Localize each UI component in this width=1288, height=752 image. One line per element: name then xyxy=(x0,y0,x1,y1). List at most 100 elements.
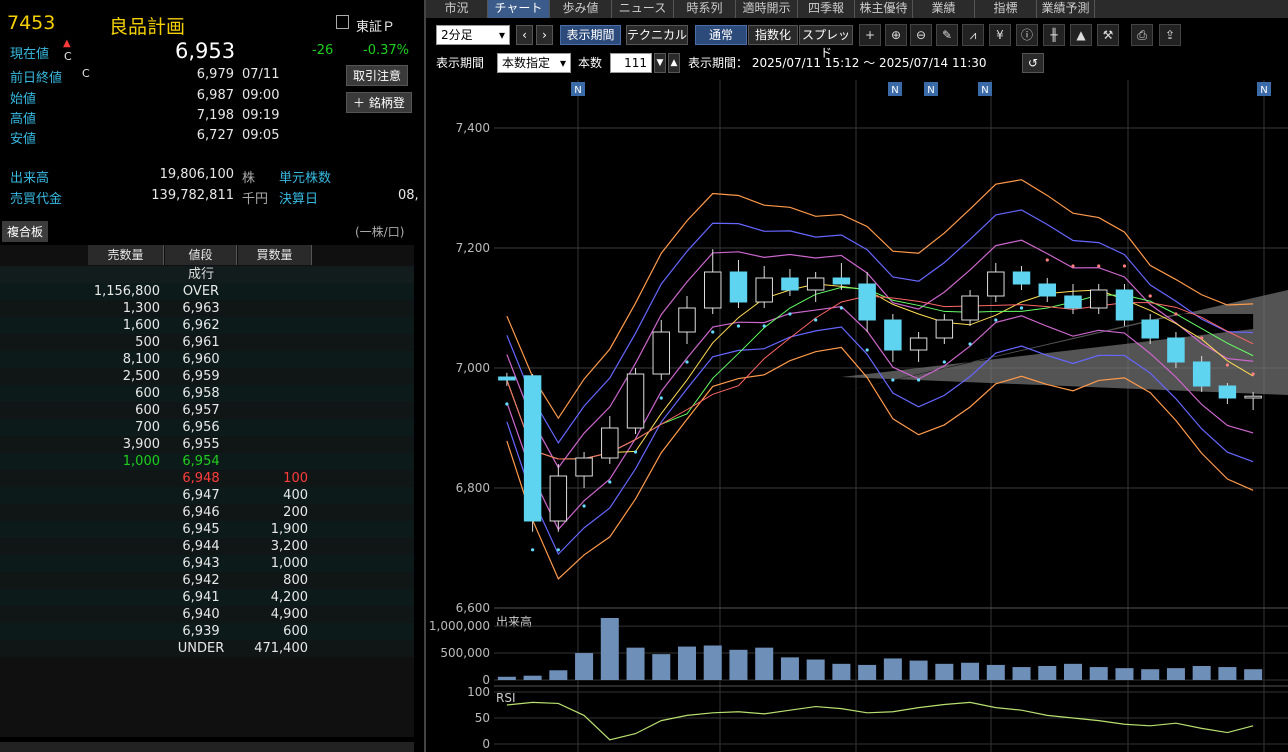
plus-icon: ＋ xyxy=(353,96,366,110)
board-row[interactable]: 1,000 6,954 xyxy=(0,453,414,470)
tab-5[interactable]: 適時開示 xyxy=(736,0,798,18)
board-row[interactable]: 1,300 6,963 xyxy=(0,300,414,317)
rsi-axis-label: RSI xyxy=(496,691,516,705)
board-row[interactable]: 600 6,958 xyxy=(0,385,414,402)
sell-qty: 2,500 xyxy=(122,369,160,384)
next-icon[interactable]: › xyxy=(536,25,553,45)
sell-qty: 700 xyxy=(135,420,160,435)
index-button[interactable]: 指数化 xyxy=(748,25,798,45)
yen-icon[interactable]: ¥ xyxy=(989,24,1011,46)
quote-label: 前日終値 xyxy=(10,71,63,86)
board-row[interactable]: 6,942 800 xyxy=(0,572,414,589)
document-icon[interactable] xyxy=(336,15,349,29)
volume-bar xyxy=(935,663,954,680)
candle-body xyxy=(678,307,696,333)
board-row[interactable]: 6,948 100 xyxy=(0,470,414,487)
period-range-text: 表示期間： 2025/07/11 15:12 ～ 2025/07/14 11:3… xyxy=(688,56,987,70)
tab-8[interactable]: 業績 xyxy=(913,0,975,18)
volume-bar xyxy=(1012,667,1031,680)
tab-10[interactable]: 業績予測 xyxy=(1037,0,1095,18)
sar-dot xyxy=(1251,372,1255,376)
sar-dot xyxy=(1071,264,1075,268)
order-board: 売数量 値段 買数量 成行 1,156,800 OVER 1,300 6,963 1,6… xyxy=(0,245,414,737)
board-row[interactable]: 600 6,957 xyxy=(0,402,414,419)
trade-caution-button[interactable]: 取引注意 xyxy=(346,65,409,86)
spread-button[interactable]: スプレッド xyxy=(799,25,853,60)
board-row[interactable]: 6,941 4,200 xyxy=(0,589,414,606)
chart-panel: 市況 チャート 歩み値 ニュース 時系列 適時開示 四季報 株主優待 業績 指標 業績予測 2分足 ▾… xyxy=(424,0,1288,752)
normal-button[interactable]: 通常 xyxy=(695,25,747,45)
candlestick-icon[interactable]: ╫ xyxy=(1043,24,1065,46)
count-input[interactable]: 111 xyxy=(610,53,652,73)
prev-icon[interactable]: ‹ xyxy=(516,25,533,45)
export-icon[interactable]: ⇪ xyxy=(1159,24,1181,46)
interval-select[interactable]: 2分足 ▾ xyxy=(436,25,510,45)
board-row[interactable]: 1,156,800 OVER xyxy=(0,283,414,300)
zoom-out-icon[interactable]: ⊖ xyxy=(910,24,932,46)
period-select[interactable]: 本数指定 ▾ xyxy=(497,53,571,73)
candle-body xyxy=(575,457,593,477)
board-row[interactable]: 6,946 200 xyxy=(0,504,414,521)
settle-date-label: 決算日 xyxy=(279,192,319,207)
period-select-value: 本数指定 xyxy=(502,56,551,70)
wrench-icon[interactable]: ⚒ xyxy=(1097,24,1119,46)
price: 6,940 xyxy=(182,607,220,622)
add-watchlist-button[interactable]: ＋ 銘柄登 xyxy=(346,92,412,113)
display-period-button[interactable]: 表示期間 xyxy=(560,25,621,45)
tab-2[interactable]: 歩み値 xyxy=(550,0,612,18)
board-row[interactable]: 700 6,956 xyxy=(0,419,414,436)
tab-1[interactable]: チャート xyxy=(488,0,550,18)
board-row[interactable]: 6,947 400 xyxy=(0,487,414,504)
board-row[interactable]: UNDER 471,400 xyxy=(0,640,414,657)
tab-4[interactable]: 時系列 xyxy=(674,0,736,18)
zoom-in-icon[interactable]: ⊕ xyxy=(885,24,907,46)
count-up-icon[interactable]: ▲ xyxy=(668,53,680,73)
news-marker-label: N xyxy=(574,85,581,96)
volume-bar xyxy=(832,663,851,680)
board-row[interactable]: 6,940 4,900 xyxy=(0,606,414,623)
board-row[interactable]: 8,100 6,960 xyxy=(0,351,414,368)
board-row[interactable]: 2,500 6,959 xyxy=(0,368,414,385)
chevron-down-icon: ▾ xyxy=(559,56,566,70)
candle-body xyxy=(858,283,876,321)
buy-qty: 100 xyxy=(283,471,308,486)
current-mark: C xyxy=(64,50,72,63)
technical-button[interactable]: テクニカル xyxy=(626,25,688,45)
tab-3[interactable]: ニュース xyxy=(612,0,674,18)
board-row[interactable]: 3,900 6,955 xyxy=(0,436,414,453)
plus-icon[interactable]: + xyxy=(859,24,881,46)
horizontal-scrollbar[interactable] xyxy=(0,742,414,752)
board-row[interactable]: 500 6,961 xyxy=(0,334,414,351)
volume-bar xyxy=(1038,665,1057,680)
tab-6[interactable]: 四季報 xyxy=(798,0,855,18)
buy-qty: 800 xyxy=(283,573,308,588)
tab-7[interactable]: 株主優待 xyxy=(855,0,913,18)
board-row[interactable]: 6,943 1,000 xyxy=(0,555,414,572)
candle-body xyxy=(523,375,542,522)
quote-value: 6,727 xyxy=(196,128,234,143)
stock-code: 7453 xyxy=(7,12,56,34)
tab-composite-board[interactable]: 複合板 xyxy=(2,221,49,242)
print-icon[interactable]: ⎙ xyxy=(1131,24,1153,46)
volume-bar xyxy=(755,647,774,680)
buy-qty: 1,000 xyxy=(270,556,308,571)
board-row[interactable]: 1,600 6,962 xyxy=(0,317,414,334)
return-icon[interactable]: ↺ xyxy=(1022,53,1044,73)
info-icon[interactable]: ⓘ xyxy=(1016,24,1038,46)
board-row[interactable]: 6,944 3,200 xyxy=(0,538,414,555)
tab-0[interactable]: 市況 xyxy=(426,0,488,18)
line-chart-icon[interactable]: ⩘ xyxy=(962,24,984,46)
buy-qty: 600 xyxy=(283,624,308,639)
mountain-chart-icon[interactable]: ▲ xyxy=(1070,24,1092,46)
volume-bar xyxy=(1115,668,1134,680)
volume-tick-label: 1,000,000 xyxy=(429,619,490,633)
pencil-icon[interactable]: ✎ xyxy=(936,24,958,46)
board-row[interactable]: 6,939 600 xyxy=(0,623,414,640)
stock-chart[interactable]: 7,400 7,200 7,000 6,800 6,600 N N N N N 出来高 1,000,0… xyxy=(426,80,1288,752)
count-down-icon[interactable]: ▼ xyxy=(654,53,666,73)
board-row[interactable]: 6,945 1,900 xyxy=(0,521,414,538)
tab-9[interactable]: 指標 xyxy=(975,0,1037,18)
buy-qty: 3,200 xyxy=(270,539,308,554)
current-price: 6,953 xyxy=(175,39,236,63)
market-order-label: 成行 xyxy=(187,267,214,282)
